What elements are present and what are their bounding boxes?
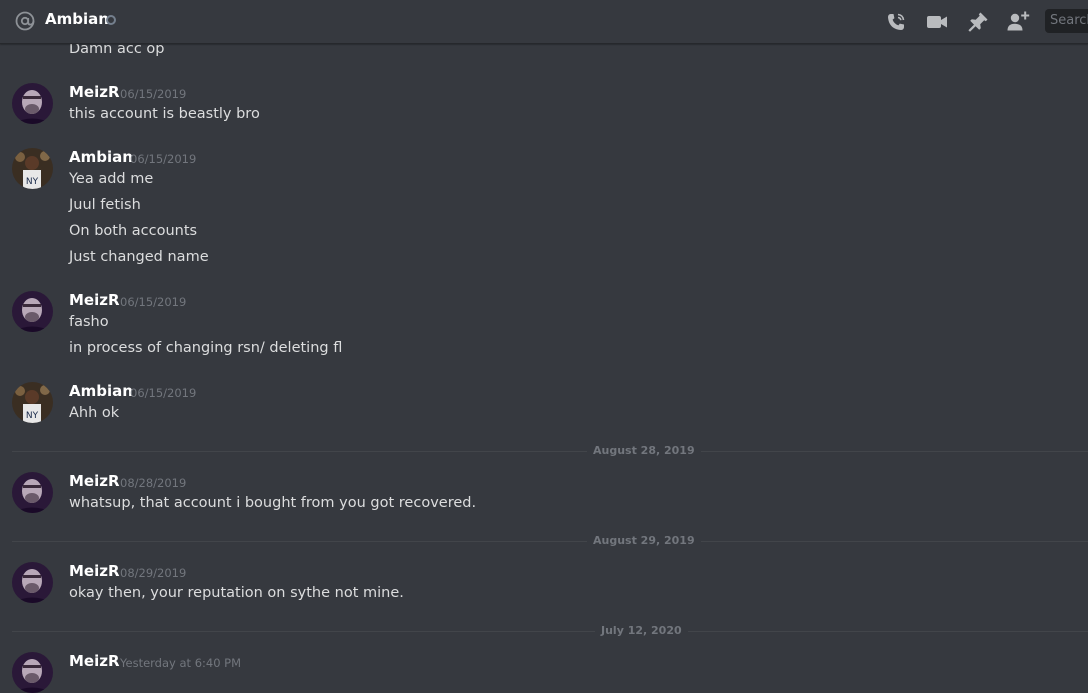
message-timestamp: 06/15/2019 <box>130 386 197 400</box>
svg-text:NY: NY <box>26 411 39 421</box>
message-line: whatsup, that account i bought from you … <box>69 495 477 511</box>
avatar-meizr[interactable] <box>12 472 53 513</box>
message-line: in process of changing rsn/ deleting fl <box>69 340 343 356</box>
date-divider <box>12 631 1088 632</box>
pin-icon[interactable] <box>966 10 990 34</box>
message-timestamp: 06/15/2019 <box>120 295 187 309</box>
date-divider <box>12 541 1088 542</box>
message-timestamp: 08/29/2019 <box>120 566 187 580</box>
date-divider-label: August 29, 2019 <box>587 534 701 547</box>
message-timestamp: 08/28/2019 <box>120 476 187 490</box>
message-line: fasho <box>69 314 109 330</box>
offline-status-icon <box>106 15 116 25</box>
message-line: Yea add me <box>69 171 154 187</box>
add-friend-icon[interactable] <box>1006 10 1030 34</box>
avatar-ambian[interactable]: NY <box>12 382 53 423</box>
voice-call-icon[interactable] <box>884 10 908 34</box>
message-line: Just changed name <box>69 249 209 265</box>
channel-title: Ambian <box>45 10 109 28</box>
date-divider-label: August 28, 2019 <box>587 444 701 457</box>
message-timestamp: Yesterday at 6:40 PM <box>120 656 242 670</box>
video-call-icon[interactable] <box>925 10 949 34</box>
message-author[interactable]: Ambian <box>69 382 133 400</box>
message-author[interactable]: MeizR <box>69 562 120 580</box>
date-divider <box>12 451 1088 452</box>
channel-header: Ambian Search <box>0 0 1088 44</box>
avatar-meizr[interactable] <box>12 652 53 693</box>
message-timestamp: 06/15/2019 <box>130 152 197 166</box>
message-line: Ahh ok <box>69 405 120 421</box>
search-input[interactable]: Search <box>1045 9 1088 33</box>
at-mention-icon <box>15 11 35 31</box>
message-author[interactable]: MeizR <box>69 652 120 670</box>
avatar-meizr[interactable] <box>12 83 53 124</box>
date-divider-label: July 12, 2020 <box>595 624 688 637</box>
message-author[interactable]: MeizR <box>69 472 120 490</box>
message-line: this account is beastly bro <box>69 106 260 122</box>
svg-text:NY: NY <box>26 177 39 187</box>
message-line: Juul fetish <box>69 197 141 213</box>
message-author[interactable]: MeizR <box>69 83 120 101</box>
message-author[interactable]: MeizR <box>69 291 120 309</box>
avatar-meizr[interactable] <box>12 562 53 603</box>
message-timestamp: 06/15/2019 <box>120 87 187 101</box>
message-list[interactable]: Damn acc op MeizR 06/15/2019 this accoun… <box>0 0 1088 693</box>
avatar-meizr[interactable] <box>12 291 53 332</box>
message-author[interactable]: Ambian <box>69 148 133 166</box>
message-line: okay then, your reputation on sythe not … <box>69 585 404 601</box>
message-line: On both accounts <box>69 223 198 239</box>
avatar-ambian[interactable]: NY <box>12 148 53 189</box>
